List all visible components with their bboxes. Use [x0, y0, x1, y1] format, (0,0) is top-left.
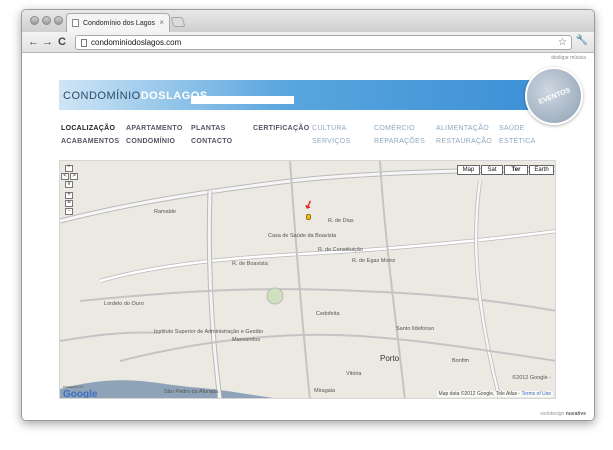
street-view-pegman-icon[interactable]	[306, 214, 311, 220]
menu-contacto[interactable]: CONTACTO	[191, 138, 232, 145]
map-label-porto: Porto	[380, 354, 400, 363]
toolbar: ← → C condominiodoslagos.com ☆ 🔧	[22, 32, 594, 53]
google-wordmark: Google	[63, 389, 98, 399]
pan-up-button[interactable]: ^	[65, 165, 73, 172]
zoom-in-button[interactable]: +	[65, 192, 73, 199]
map-label-r-dias: R. de Dias	[328, 218, 354, 224]
google-map[interactable]: Map Sat Ter Earth ^ < > v + = - ↙ Ramald…	[59, 160, 556, 399]
map-label-r-constituicao: R. de Constituição	[318, 247, 363, 253]
map-label-vitoria: Vitória	[346, 371, 362, 377]
minimize-window-button[interactable]	[42, 16, 51, 25]
map-type-ter[interactable]: Ter	[504, 165, 528, 175]
title-bar: Condomínio dos Lagos ×	[22, 10, 594, 32]
logo-prefix: CONDOMÍNIO	[63, 90, 141, 102]
menu-saude[interactable]: SAÚDE	[499, 125, 525, 132]
map-label-lordelo: Lordelo do Ouro	[104, 301, 144, 307]
map-label-miragaia: Miragaia	[314, 388, 336, 394]
menu-acabamentos[interactable]: ACABAMENTOS	[61, 138, 119, 145]
map-label-cedofeita: Cedofeita	[316, 311, 340, 317]
reload-icon[interactable]: C	[58, 36, 66, 48]
bookmark-star-icon[interactable]: ☆	[558, 37, 567, 48]
menu-reparacoes[interactable]: REPARAÇÕES	[374, 138, 425, 145]
logo-underline	[191, 96, 294, 104]
tab-title: Condomínio dos Lagos	[83, 19, 155, 27]
menu-comercio[interactable]: COMÉRCIO	[374, 125, 415, 132]
zoom-slider[interactable]: =	[65, 200, 73, 207]
forward-icon[interactable]: →	[42, 36, 53, 48]
map-data-attribution: Map data ©2012 Google, Tele Atlas - Term…	[436, 391, 553, 397]
zoom-window-button[interactable]	[54, 16, 63, 25]
menu-servicos[interactable]: SERVIÇOS	[312, 138, 350, 145]
music-toggle-link[interactable]: desligar música	[551, 55, 586, 61]
menu-cultura[interactable]: CULTURA	[312, 125, 347, 132]
page-content: desligar música CONDOMÍNIODOSLAGOS EVENT…	[22, 53, 594, 420]
pan-right-button[interactable]: >	[70, 173, 78, 180]
page-icon	[81, 38, 87, 47]
back-icon[interactable]: ←	[28, 36, 39, 48]
menu-condominio[interactable]: CONDOMÍNIO	[126, 138, 175, 145]
terms-of-use-link[interactable]: Terms of Use	[522, 391, 551, 397]
map-type-earth[interactable]: Earth	[529, 165, 554, 175]
pan-left-button[interactable]: <	[61, 173, 69, 180]
map-label-sao-pedro: São Pedro da Afurada	[164, 389, 219, 395]
address-bar[interactable]: condominiodoslagos.com ☆	[75, 35, 572, 50]
new-tab-button[interactable]	[170, 17, 186, 27]
webdesign-credit[interactable]: webdesign nuvative	[540, 411, 586, 417]
map-data-text: Map data ©2012 Google, Tele Atlas -	[438, 391, 521, 397]
map-label-r-egas-moniz: R. de Egas Moniz	[352, 258, 396, 264]
pan-down-button[interactable]: v	[65, 181, 73, 188]
map-label-r-boavista: R. de Boavista	[232, 261, 268, 267]
menu-plantas[interactable]: PLANTAS	[191, 125, 226, 132]
url-text[interactable]: condominiodoslagos.com	[91, 38, 181, 47]
browser-window: Condomínio dos Lagos × ← → C condominiod…	[21, 9, 595, 421]
menu-estetica[interactable]: ESTÉTICA	[499, 138, 536, 145]
browser-tab[interactable]: Condomínio dos Lagos ×	[66, 13, 170, 32]
google-logo[interactable]: POWERED BY Google	[63, 385, 98, 399]
credits-label: webdesign	[540, 411, 565, 417]
map-label-bonfim: Bonfim	[452, 358, 470, 364]
menu-alimentacao[interactable]: ALIMENTAÇÃO	[436, 125, 489, 132]
menu-apartamento[interactable]: APARTAMENTO	[126, 125, 183, 132]
tab-close-icon[interactable]: ×	[159, 18, 164, 27]
credits-name: nuvative	[565, 411, 586, 417]
map-label-massarelos: Massarelos	[232, 337, 261, 343]
page-icon	[72, 19, 79, 27]
map-label-santo-ildefonso: Santo Ildefonso	[396, 326, 435, 332]
zoom-out-button[interactable]: -	[65, 208, 73, 215]
map-copyright: ©2012 Google -	[512, 375, 551, 381]
site-header-banner: CONDOMÍNIODOSLAGOS EVENTOS	[59, 67, 583, 125]
eventos-label: EVENTOS	[537, 87, 572, 106]
menu-certificacao[interactable]: CERTIFICAÇÃO	[253, 125, 310, 132]
site-logo[interactable]: CONDOMÍNIODOSLAGOS	[63, 90, 208, 102]
menu-localizacao[interactable]: LOCALIZAÇÃO	[61, 125, 115, 132]
map-label-instituto: Instituto Superior de Administração e Ge…	[154, 329, 264, 335]
menu-restauracao[interactable]: RESTAURAÇÃO	[436, 138, 492, 145]
wrench-icon[interactable]: 🔧	[576, 35, 588, 46]
map-label-ramalde: Ramalde	[154, 209, 177, 215]
close-window-button[interactable]	[30, 16, 39, 25]
map-type-map[interactable]: Map	[457, 165, 480, 175]
map-label-casa-saude: Casa de Saúde da Boavista	[268, 233, 337, 239]
map-type-sat[interactable]: Sat	[481, 165, 503, 175]
eventos-badge[interactable]: EVENTOS	[525, 67, 583, 125]
